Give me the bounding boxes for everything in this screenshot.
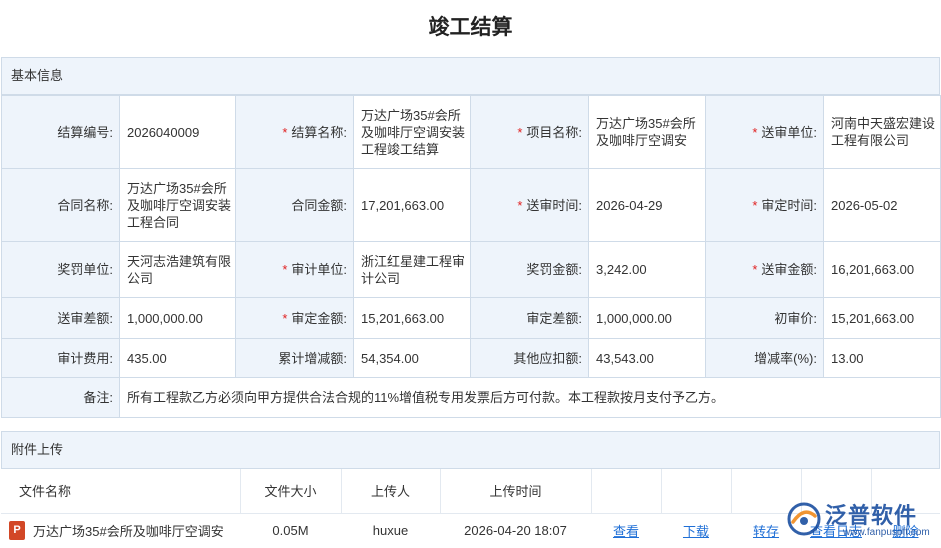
- col-header-time: 上传时间: [440, 469, 592, 513]
- remark-label: 备注:: [1, 377, 120, 418]
- field-label: * 送审金额:: [705, 241, 824, 298]
- file-name-cell: P 万达广场35#会所及咖啡厅空调安: [1, 512, 240, 547]
- field-label: 奖罚单位:: [1, 241, 120, 298]
- field-label: 其他应扣额:: [470, 338, 589, 378]
- field-label: 奖罚金额:: [470, 241, 589, 298]
- field-label: * 审计单位:: [235, 241, 354, 298]
- required-mark: *: [752, 197, 758, 213]
- col-header-name: 文件名称: [1, 469, 241, 513]
- save-as-file-link[interactable]: 转存: [753, 524, 779, 539]
- submit-unit-value: 河南中天盛宏建设工程有限公司: [823, 95, 941, 169]
- field-label: * 项目名称:: [470, 95, 589, 169]
- required-mark: *: [517, 124, 523, 140]
- basic-info-table: 结算编号: 2026040009 * 结算名称: 万达广场35#会所及咖啡厅空调安…: [1, 95, 941, 418]
- reward-amount-value: 3,242.00: [588, 241, 706, 298]
- col-header-action: [591, 469, 662, 513]
- required-mark: *: [752, 262, 758, 277]
- view-file-link[interactable]: 查看: [613, 524, 639, 539]
- audit-unit-value: 浙江红星建工程审计公司: [353, 241, 471, 298]
- file-uploader: huxue: [341, 512, 440, 547]
- change-rate-value: 13.00: [823, 338, 941, 378]
- file-upload-time: 2026-04-20 18:07: [440, 512, 591, 547]
- required-mark: *: [282, 124, 288, 140]
- audit-fee-value: 435.00: [119, 338, 236, 378]
- field-label: 初审价:: [705, 297, 824, 339]
- initial-price-value: 15,201,663.00: [823, 297, 941, 339]
- field-label: 累计增减额:: [235, 338, 354, 378]
- submit-time-value: 2026-04-29: [588, 168, 706, 242]
- brand-logo-icon: [787, 502, 821, 536]
- file-name: 万达广场35#会所及咖啡厅空调安: [33, 523, 224, 539]
- remark-value: 所有工程款乙方必须向甲方提供合法合规的11%增值税专用发票后方可付款。本工程款按…: [119, 377, 941, 418]
- approved-diff-value: 1,000,000.00: [588, 297, 706, 339]
- field-label: 合同金额:: [235, 168, 354, 242]
- field-label: 审计费用:: [1, 338, 120, 378]
- settlement-name-value: 万达广场35#会所及咖啡厅空调安装工程竣工结算: [353, 95, 471, 169]
- field-label: 结算编号:: [1, 95, 120, 169]
- field-label: * 送审单位:: [705, 95, 824, 169]
- col-header-action: [661, 469, 732, 513]
- info-row: 送审差额: 1,000,000.00 * 审定金额: 15,201,663.00 …: [1, 297, 941, 339]
- required-mark: *: [282, 310, 288, 326]
- page-title: 竣工结算: [428, 16, 513, 39]
- required-mark: *: [517, 197, 523, 213]
- info-row: 审计费用: 435.00 累计增减额: 54,354.00 其他应扣额: 43,…: [1, 338, 941, 378]
- ppt-file-icon: P: [9, 520, 25, 540]
- col-header-size: 文件大小: [240, 469, 342, 513]
- field-label: * 审定时间:: [705, 168, 824, 242]
- reward-unit-value: 天河志浩建筑有限公司: [119, 241, 236, 298]
- other-deduction-value: 43,543.00: [588, 338, 706, 378]
- approve-time-value: 2026-05-02: [823, 168, 941, 242]
- field-label: * 结算名称:: [235, 95, 354, 169]
- info-row: 结算编号: 2026040009 * 结算名称: 万达广场35#会所及咖啡厅空调安…: [1, 95, 941, 169]
- submit-diff-value: 1,000,000.00: [119, 297, 236, 339]
- brand-watermark: 泛普软件 www.fanpusoft.com: [787, 496, 937, 542]
- contract-amount-value: 17,201,663.00: [353, 168, 471, 242]
- info-row: 合同名称: 万达广场35#会所及咖啡厅空调安装工程合同 合同金额: 17,201…: [1, 168, 941, 242]
- field-label: * 送审时间:: [470, 168, 589, 242]
- watermark-text: 泛普软件: [825, 503, 918, 528]
- field-label: 增减率(%):: [705, 338, 824, 378]
- attachments-header: 附件上传: [1, 431, 940, 469]
- field-label: 审定差额:: [470, 297, 589, 339]
- settlement-no-value: 2026040009: [119, 95, 236, 169]
- remark-row: 备注: 所有工程款乙方必须向甲方提供合法合规的11%增值税专用发票后方可付款。本…: [1, 377, 941, 418]
- cumulative-change-value: 54,354.00: [353, 338, 471, 378]
- field-label: 送审差额:: [1, 297, 120, 339]
- basic-info-header: 基本信息: [1, 57, 940, 95]
- download-file-link[interactable]: 下载: [683, 524, 709, 539]
- info-row: 奖罚单位: 天河志浩建筑有限公司 * 审计单位: 浙江红星建工程审计公司 奖罚金额…: [1, 241, 941, 298]
- file-size: 0.05M: [240, 512, 341, 547]
- project-name-value: 万达广场35#会所及咖啡厅空调安: [588, 95, 706, 169]
- required-mark: *: [752, 124, 758, 140]
- field-label: * 审定金额:: [235, 297, 354, 339]
- field-label: 合同名称:: [1, 168, 120, 242]
- watermark-url: www.fanpusoft.com: [843, 527, 930, 538]
- required-mark: *: [282, 262, 288, 277]
- submit-amount-value: 16,201,663.00: [823, 241, 941, 298]
- approved-amount-value: 15,201,663.00: [353, 297, 471, 339]
- contract-name-value: 万达广场35#会所及咖啡厅空调安装工程合同: [119, 168, 236, 242]
- col-header-uploader: 上传人: [341, 469, 441, 513]
